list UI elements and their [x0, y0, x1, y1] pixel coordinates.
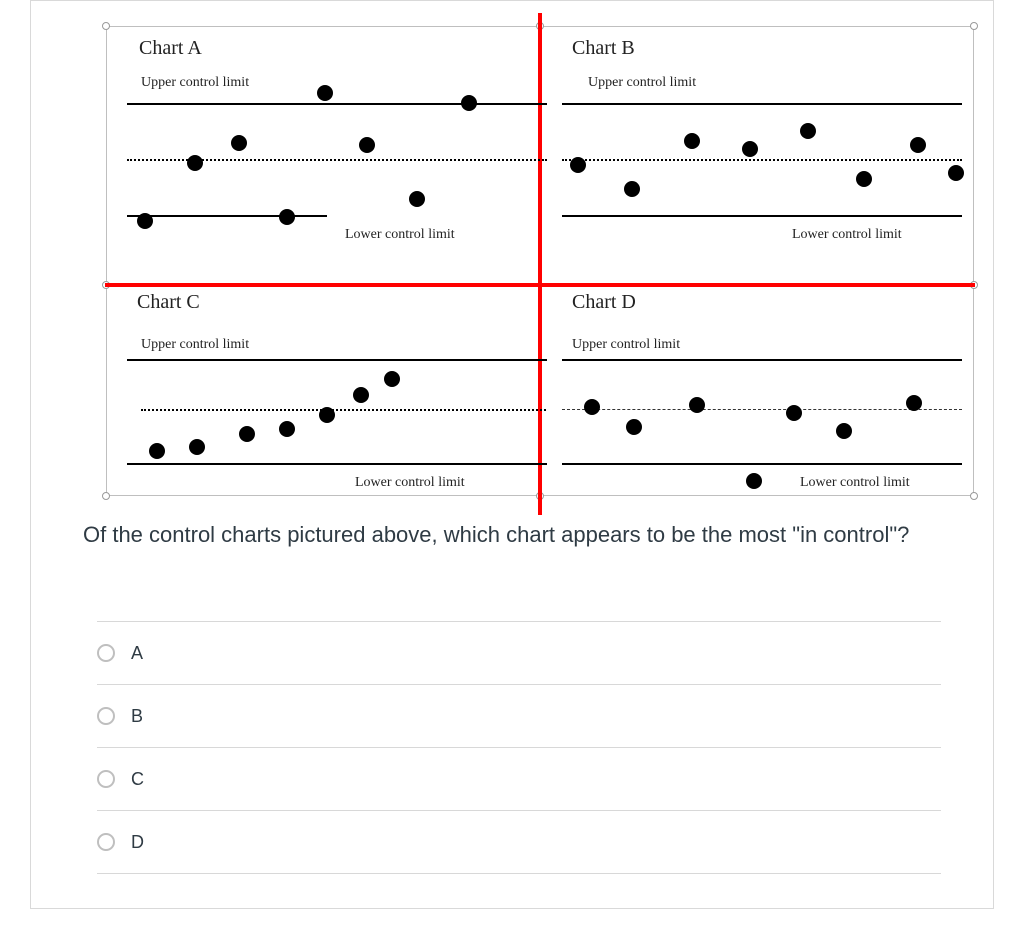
data-point	[137, 213, 153, 229]
data-point	[906, 395, 922, 411]
data-point	[231, 135, 247, 151]
data-point	[359, 137, 375, 153]
data-point	[742, 141, 758, 157]
control-charts-figure: Chart A Upper control limit Lower contro…	[106, 26, 974, 496]
data-point	[149, 443, 165, 459]
lcl-label: Lower control limit	[792, 227, 902, 243]
chart-d: Chart D Upper control limit Lower contro…	[562, 289, 962, 489]
data-point	[384, 371, 400, 387]
data-point	[239, 426, 255, 442]
data-point	[624, 181, 640, 197]
answer-option-d[interactable]: D	[97, 810, 941, 874]
data-point	[910, 137, 926, 153]
data-point	[317, 85, 333, 101]
ucl-label: Upper control limit	[588, 75, 696, 91]
data-point	[684, 133, 700, 149]
data-point	[570, 157, 586, 173]
question-card: Chart A Upper control limit Lower contro…	[30, 0, 994, 909]
answer-option-b[interactable]: B	[97, 684, 941, 747]
data-point	[836, 423, 852, 439]
ucl-line	[562, 359, 962, 361]
data-point	[189, 439, 205, 455]
data-point	[856, 171, 872, 187]
option-label: C	[131, 769, 144, 790]
data-point	[461, 95, 477, 111]
option-label: D	[131, 832, 144, 853]
chart-a: Chart A Upper control limit Lower contro…	[127, 33, 547, 268]
resize-handle-icon	[102, 22, 110, 30]
resize-handle-icon	[970, 22, 978, 30]
data-point	[689, 397, 705, 413]
chart-title: Chart C	[137, 291, 200, 314]
option-label: A	[131, 643, 143, 664]
chart-title: Chart D	[572, 291, 636, 314]
data-point	[353, 387, 369, 403]
ucl-line	[562, 103, 962, 105]
ucl-label: Upper control limit	[572, 337, 680, 353]
lcl-label: Lower control limit	[345, 227, 455, 243]
lcl-label: Lower control limit	[355, 475, 465, 491]
option-label: B	[131, 706, 143, 727]
radio-icon	[97, 833, 115, 851]
question-text: Of the control charts pictured above, wh…	[83, 518, 941, 552]
radio-icon	[97, 707, 115, 725]
answer-option-a[interactable]: A	[97, 621, 941, 684]
data-point	[584, 399, 600, 415]
center-line	[141, 409, 546, 411]
lcl-line	[562, 215, 962, 217]
answer-options: A B C D	[97, 621, 941, 874]
chart-title: Chart B	[572, 37, 635, 60]
chart-title: Chart A	[139, 37, 202, 60]
answer-option-c[interactable]: C	[97, 747, 941, 810]
chart-c: Chart C Upper control limit Lower contro…	[127, 289, 547, 489]
resize-handle-icon	[970, 492, 978, 500]
data-point	[800, 123, 816, 139]
lcl-line	[562, 463, 962, 465]
data-point	[279, 209, 295, 225]
ucl-label: Upper control limit	[141, 75, 249, 91]
chart-b: Chart B Upper control limit Lower contro…	[562, 33, 962, 268]
data-point	[187, 155, 203, 171]
divider-horizontal	[105, 283, 975, 287]
center-line	[562, 409, 962, 410]
data-point	[626, 419, 642, 435]
data-point	[409, 191, 425, 207]
radio-icon	[97, 644, 115, 662]
data-point	[948, 165, 964, 181]
lcl-line	[127, 463, 547, 465]
ucl-line	[127, 103, 547, 105]
data-point	[786, 405, 802, 421]
radio-icon	[97, 770, 115, 788]
data-point	[279, 421, 295, 437]
data-point	[319, 407, 335, 423]
ucl-line	[127, 359, 547, 361]
center-line	[562, 159, 962, 161]
lcl-label: Lower control limit	[800, 475, 910, 491]
data-point	[746, 473, 762, 489]
ucl-label: Upper control limit	[141, 337, 249, 353]
lcl-line	[127, 215, 327, 217]
resize-handle-icon	[102, 492, 110, 500]
